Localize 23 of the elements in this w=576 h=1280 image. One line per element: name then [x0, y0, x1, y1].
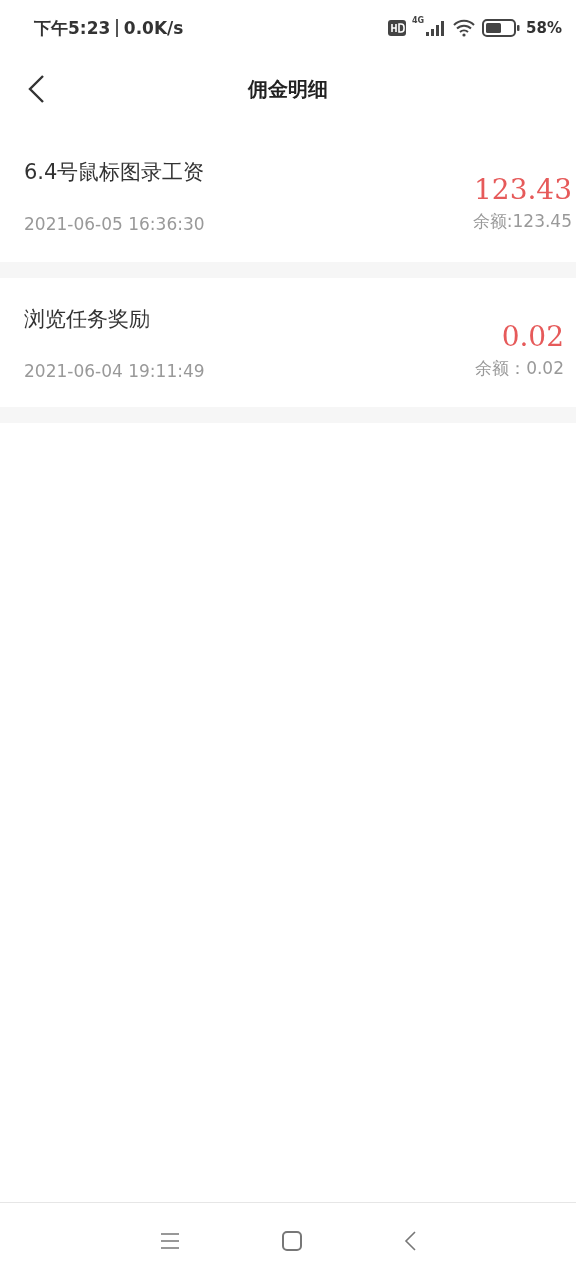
record-row[interactable]: 6.4号鼠标图录工资 2021-06-05 16:36:30 123.43 余额:123.45: [0, 130, 576, 262]
menu-icon[interactable]: [160, 1232, 180, 1250]
status-divider: [116, 19, 118, 37]
record-title: 6.4号鼠标图录工资: [24, 159, 205, 186]
record-balance: 余额:123.45: [472, 210, 572, 233]
record-title: 浏览任务奖励: [24, 305, 151, 333]
record-time: 2021-06-04 19:11:49: [24, 360, 205, 381]
page-title: 佣金明细: [248, 75, 328, 103]
wifi-icon: [452, 19, 477, 37]
home-icon[interactable]: [282, 1231, 302, 1251]
status-time: 下午5:23: [34, 16, 111, 40]
signal-icon: [424, 20, 447, 36]
back-icon[interactable]: [404, 1231, 416, 1251]
network-type: 4G: [411, 16, 425, 25]
record-balance: 余额：0.02: [475, 356, 564, 380]
battery-percent: 58%: [526, 19, 562, 37]
network-speed: 0.0K/s: [123, 18, 184, 38]
record-amount: 0.02: [501, 319, 564, 353]
record-amount: 123.43: [474, 173, 572, 206]
hd-icon: [387, 20, 406, 36]
record-time: 2021-06-05 16:36:30: [24, 214, 205, 234]
record-row[interactable]: 浏览任务奖励 2021-06-04 19:11:49 0.02 余额：0.02: [0, 278, 576, 407]
battery-icon: [482, 19, 521, 37]
